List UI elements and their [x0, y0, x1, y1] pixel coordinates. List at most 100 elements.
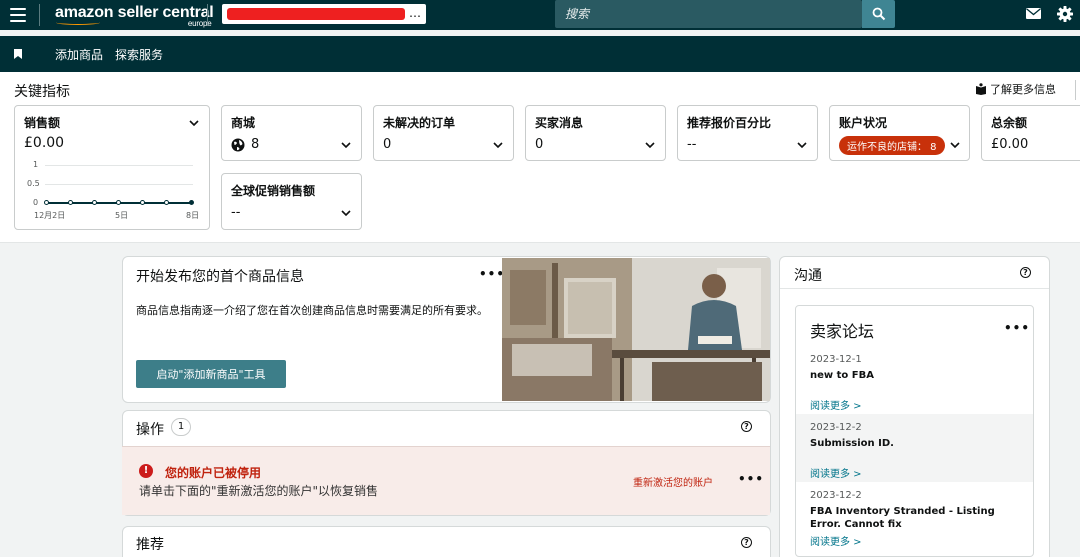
featured-offer-label: 推荐报价百分比	[687, 116, 772, 130]
nav-explore-services[interactable]: 探索服务	[115, 46, 163, 63]
forum-post-title[interactable]: FBA Inventory Stranded - Listing Error. …	[810, 505, 1025, 531]
global-promo-value: --	[231, 205, 241, 220]
store-selector-ellipsis: …	[409, 6, 421, 20]
globe-icon	[231, 138, 245, 152]
marketplaces-card[interactable]: 商城 8	[221, 105, 362, 161]
chart-grid-line	[45, 184, 193, 185]
book-icon	[976, 83, 986, 95]
chevron-down-icon[interactable]	[644, 139, 656, 151]
first-listing-title: 开始发布您的首个商品信息	[136, 269, 304, 285]
learn-more-label: 了解更多信息	[990, 83, 1056, 96]
chevron-down-icon[interactable]	[492, 139, 504, 151]
forum-post[interactable]: 2023-12-2 Submission ID. 阅读更多 >	[796, 414, 1033, 482]
total-balance-card[interactable]: 总余额 £0.00	[981, 105, 1080, 161]
chart-y-tick: 0.5	[27, 179, 40, 188]
sales-card[interactable]: 销售额 £0.00 1 0.5 0 12月2日 5日 8日	[14, 105, 210, 230]
chevron-down-icon[interactable]	[796, 139, 808, 151]
chevron-down-icon[interactable]	[340, 139, 352, 151]
sales-label: 销售额	[24, 116, 61, 130]
forum-post-title[interactable]: Submission ID.	[810, 437, 1025, 450]
hamburger-menu-icon[interactable]	[10, 8, 26, 22]
sales-data-point	[44, 200, 49, 205]
global-promo-card[interactable]: 全球促销销售额 --	[221, 173, 362, 230]
secondary-nav: 添加商品 探索服务	[0, 36, 1080, 72]
learn-more-link[interactable]: 了解更多信息	[975, 81, 1056, 97]
help-icon[interactable]: ?	[1020, 267, 1031, 278]
mail-icon[interactable]	[1026, 8, 1041, 19]
sales-data-point	[92, 200, 97, 205]
chart-grid-line	[45, 165, 193, 166]
help-icon[interactable]: ?	[741, 421, 752, 432]
forum-post[interactable]: 2023-12-2 FBA Inventory Stranded - Listi…	[796, 482, 1033, 556]
logo-smile-icon	[56, 20, 100, 25]
search-input[interactable]	[555, 0, 845, 28]
account-health-badge[interactable]: 运作不良的店铺： 8	[839, 136, 945, 155]
seller-forum-title: 卖家论坛	[810, 322, 875, 341]
more-options-icon[interactable]: •••	[738, 472, 764, 486]
divider	[207, 4, 208, 26]
divider	[39, 4, 40, 26]
buyer-messages-card[interactable]: 买家消息 0	[525, 105, 666, 161]
forum-post-date: 2023-12-2	[810, 422, 862, 433]
account-deactivated-alert: ! 您的账户已被停用 请单击下面的"重新激活您的账户"以恢复销售 重新激活您的账…	[122, 446, 770, 515]
featured-offer-card[interactable]: 推荐报价百分比 --	[677, 105, 818, 161]
search-button[interactable]	[862, 0, 895, 28]
chevron-down-icon[interactable]	[340, 207, 352, 219]
forum-post-title[interactable]: new to FBA	[810, 369, 1025, 382]
account-health-label: 账户状况	[839, 116, 888, 130]
chevron-down-icon[interactable]	[949, 139, 961, 151]
alert-description: 请单击下面的"重新激活您的账户"以恢复销售	[139, 484, 379, 498]
open-orders-label: 未解决的订单	[383, 116, 456, 130]
communication-title: 沟通	[794, 268, 822, 284]
actions-count-badge: 1	[171, 418, 191, 436]
buyer-messages-label: 买家消息	[535, 116, 584, 130]
divider	[1075, 80, 1076, 100]
actions-title: 操作	[136, 422, 164, 438]
top-bar: amazon seller central europe …	[0, 0, 1080, 30]
seller-forum-card: 卖家论坛 ••• 2023-12-1 new to FBA 阅读更多 > 202…	[795, 305, 1034, 557]
global-promo-label: 全球促销销售额	[231, 184, 316, 198]
seller-workshop-image	[502, 258, 770, 401]
open-orders-value: 0	[383, 137, 392, 152]
sales-data-point	[116, 200, 121, 205]
alert-title: 您的账户已被停用	[165, 466, 262, 480]
chart-y-tick: 0	[33, 198, 39, 207]
read-more-link[interactable]: 阅读更多 >	[810, 397, 862, 412]
sales-data-point	[189, 200, 194, 205]
store-selector[interactable]: …	[222, 4, 426, 24]
sales-value: £0.00	[24, 135, 65, 151]
reactivate-account-link[interactable]: 重新激活您的账户	[633, 474, 713, 489]
read-more-link[interactable]: 阅读更多 >	[810, 465, 862, 480]
sales-data-point	[68, 200, 73, 205]
open-orders-card[interactable]: 未解决的订单 0	[373, 105, 514, 161]
recommendations-panel	[122, 526, 771, 557]
gear-icon[interactable]	[1057, 6, 1073, 22]
featured-offer-value: --	[687, 137, 697, 152]
account-health-card[interactable]: 账户状况 运作不良的店铺： 8	[829, 105, 970, 161]
search-icon	[872, 7, 886, 21]
more-options-icon[interactable]: •••	[1004, 321, 1030, 335]
chart-y-tick: 1	[33, 160, 39, 169]
chevron-down-icon[interactable]	[188, 117, 200, 129]
help-icon[interactable]: ?	[741, 537, 752, 548]
chart-x-tick: 12月2日	[34, 211, 66, 220]
marketplaces-label: 商城	[231, 116, 256, 130]
key-metrics-title: 关键指标	[14, 84, 70, 100]
bookmark-icon[interactable]	[14, 49, 22, 59]
divider	[780, 288, 1049, 289]
amazon-seller-central-logo[interactable]: amazon seller central europe	[55, 4, 214, 28]
nav-add-products[interactable]: 添加商品	[55, 46, 103, 63]
chart-x-tick: 8日	[186, 211, 200, 220]
first-listing-description: 商品信息指南逐一介绍了您在首次创建商品信息时需要满足的所有要求。	[136, 304, 488, 317]
key-metrics-section: 关键指标 了解更多信息 销售额 £0.00 1 0.5 0 12月2日 5日 8…	[0, 72, 1080, 243]
total-balance-label: 总余额	[991, 116, 1028, 130]
search-box	[555, 0, 862, 28]
sales-data-point	[164, 200, 169, 205]
forum-post-date: 2023-12-2	[810, 490, 862, 501]
launch-add-product-button[interactable]: 启动"添加新商品"工具	[136, 360, 286, 388]
recommendations-title: 推荐	[136, 537, 164, 553]
forum-post[interactable]: 2023-12-1 new to FBA 阅读更多 >	[796, 346, 1033, 414]
total-balance-value: £0.00	[991, 137, 1029, 152]
read-more-link[interactable]: 阅读更多 >	[810, 533, 862, 548]
redacted-store-name	[227, 8, 405, 20]
